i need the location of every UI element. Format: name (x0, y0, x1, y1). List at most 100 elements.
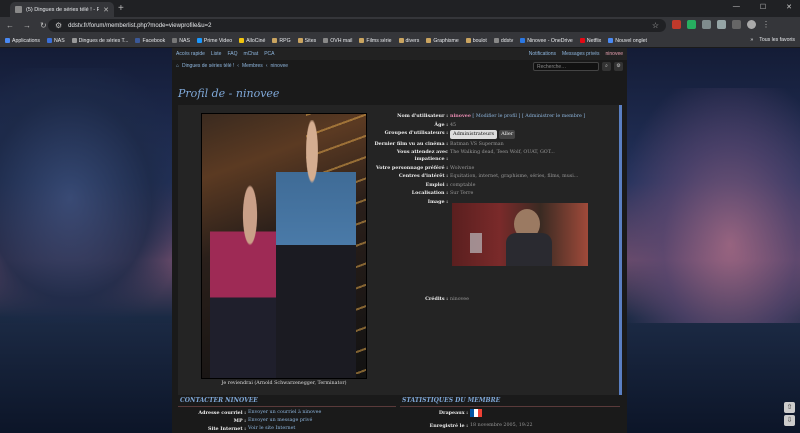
field-username: Nom d'utilisateur : ninovee [ Modifier l… (397, 113, 586, 119)
forward-icon[interactable]: → (23, 21, 31, 30)
field-last-movie: Dernier film vu au cinéma : Batman VS Su… (374, 140, 504, 147)
bookmark-item[interactable]: boulot (465, 38, 487, 44)
stats-flag-row: Drapeaux : (400, 409, 620, 419)
field-age: Âge : 45 (434, 121, 457, 128)
new-tab-icon[interactable]: + (118, 3, 124, 14)
stats-section: Drapeaux : Enregistré le : 18 novembre 2… (400, 409, 620, 430)
chevron-right-icon: » (750, 37, 754, 43)
bookmark-item[interactable]: Applications (5, 38, 40, 44)
breadcrumb-members[interactable]: Membres (242, 63, 263, 69)
quick-access-link[interactable]: Accès rapide (176, 51, 205, 57)
user-menu[interactable]: ninovee (605, 51, 623, 57)
window-controls: — ☐ ✕ (733, 3, 792, 11)
bookmark-star-icon[interactable]: ☆ (652, 21, 659, 30)
sidebar-icon[interactable] (732, 20, 741, 29)
username-value: ninovee (450, 113, 471, 119)
bookmark-item[interactable]: Prime Video (196, 38, 232, 44)
advanced-search-icon[interactable]: ⚙ (614, 61, 623, 71)
contact-website-row: Site Internet : Voir le site Internet (208, 425, 296, 433)
contact-title: CONTACTER NINOVEE (180, 397, 258, 404)
scroll-up-icon[interactable]: ⇧ (784, 402, 795, 413)
bookmark-item[interactable]: divers (398, 38, 419, 44)
all-bookmarks[interactable]: » Tous les favoris (750, 37, 795, 43)
browser-tab-bar: (5) Dingues de séries télé ! - P… ✕ + — … (0, 0, 800, 17)
field-location: Localisation : Sur Terre (411, 190, 474, 196)
field-interests: Centres d'intérêt : Equitation, internet… (398, 173, 579, 179)
bookmark-item[interactable]: OVH mail (323, 38, 352, 44)
mchat-link[interactable]: mChat (243, 51, 258, 57)
send-email-link[interactable]: Envoyer un courriel à ninovee (248, 409, 321, 417)
url-field[interactable]: ⚙ ddstv.fr/forum/memberlist.php?mode=vie… (48, 19, 666, 32)
bookmark-item[interactable]: Ninovee - OneDrive (520, 38, 573, 44)
background-sunset (625, 88, 800, 348)
scroll-down-icon[interactable]: ⇩ (784, 415, 795, 426)
profile-image (452, 203, 588, 266)
extension-icon[interactable] (702, 20, 711, 29)
edit-profile-links[interactable]: [ Modifier le profil ] [ Administrer le … (472, 114, 585, 119)
scroll-buttons: ⇧ ⇩ (784, 402, 795, 426)
minimize-icon[interactable]: — (733, 3, 740, 11)
extension-icon[interactable] (672, 20, 681, 29)
contact-email-row: Adresse courriel : Envoyer un courriel à… (198, 409, 322, 417)
puzzle-icon[interactable] (717, 20, 726, 29)
divider (178, 406, 396, 407)
go-button[interactable]: Aller (499, 130, 516, 139)
notifications-link[interactable]: Notifications (529, 51, 556, 57)
field-groups: Groupes d'utilisateurs : Administrateurs… (384, 130, 516, 139)
bookmark-item[interactable]: Dingues de séries T... (71, 38, 128, 44)
bookmark-item[interactable]: ddstv (493, 38, 513, 44)
search-icon[interactable]: ⌕ (602, 61, 611, 71)
profile-panel: Je reviendrai (Arnold Schwarzenegger, Te… (178, 105, 622, 395)
breadcrumb: ⌂ Dingues de séries télé ! ‹ Membres ‹ n… (172, 60, 627, 72)
bookmark-item[interactable]: NAS (46, 38, 65, 44)
extension-icon[interactable] (687, 20, 696, 29)
breadcrumb-forum[interactable]: Dingues de séries télé ! (182, 63, 234, 69)
home-icon: ⌂ (176, 63, 180, 69)
forum-container: Accès rapide Liste FAQ mChat PCA Notific… (172, 48, 627, 433)
back-icon[interactable]: ← (6, 21, 14, 30)
bookmark-item[interactable]: Facebook (135, 38, 165, 44)
close-window-icon[interactable]: ✕ (786, 3, 792, 11)
private-messages-link[interactable]: Messages privés (562, 51, 600, 57)
contact-section: Adresse courriel : Envoyer un courriel à… (178, 409, 398, 433)
website-link[interactable]: Voir le site Internet (248, 425, 295, 433)
url-text: ddstv.fr/forum/memberlist.php?mode=viewp… (68, 22, 212, 29)
bookmark-item[interactable]: Films série (359, 38, 392, 44)
bookmark-item[interactable]: Netflix (579, 38, 601, 44)
faq-link[interactable]: FAQ (227, 51, 237, 57)
avatar-image (201, 113, 367, 379)
bookmark-item[interactable]: RPG (272, 38, 291, 44)
divider (400, 406, 620, 407)
bookmark-item[interactable]: Sites (297, 38, 316, 44)
bookmark-item[interactable]: NAS (172, 38, 190, 44)
reload-icon[interactable]: ↻ (40, 21, 47, 30)
bookmark-item[interactable]: Graphisme (426, 38, 459, 44)
bookmark-item[interactable]: AlloCiné (239, 38, 265, 44)
stats-registered-row: Enregistré le : 18 novembre 2005, 19:22 (429, 422, 533, 429)
bookmark-item[interactable]: Nouvel onglet (608, 38, 647, 44)
page-title: Profil de - ninovee (178, 87, 280, 100)
field-credits: Crédits : ninovee (425, 295, 469, 302)
field-favorite-character: Votre personnage préféré : Wolverine (375, 164, 475, 171)
forum-top-nav: Accès rapide Liste FAQ mChat PCA Notific… (172, 48, 627, 60)
search-input[interactable]: Recherche… (533, 61, 599, 71)
field-job: Emploi : comptable (425, 181, 476, 188)
pca-link[interactable]: PCA (264, 51, 274, 57)
tab-title: (5) Dingues de séries télé ! - P… (26, 6, 100, 13)
breadcrumb-user[interactable]: ninovee (270, 63, 288, 69)
send-pm-link[interactable]: Envoyer un message privé (248, 417, 312, 425)
contact-pm-row: MP : Envoyer un message privé (233, 417, 313, 425)
list-link[interactable]: Liste (211, 51, 222, 57)
browser-tab[interactable]: (5) Dingues de séries télé ! - P… ✕ (10, 2, 114, 17)
address-bar-row: ← → ↻ ⚙ ddstv.fr/forum/memberlist.php?mo… (0, 17, 800, 34)
bottom-sections: CONTACTER NINOVEE STATISTIQUES DU MEMBRE… (178, 397, 622, 433)
close-tab-icon[interactable]: ✕ (103, 6, 109, 14)
france-flag-icon (470, 409, 482, 417)
background-clouds (0, 68, 175, 328)
groups-select[interactable]: Administrateurs (450, 130, 498, 139)
site-info-icon[interactable]: ⚙ (55, 21, 62, 30)
maximize-icon[interactable]: ☐ (760, 3, 766, 11)
menu-icon[interactable]: ⋮ (762, 20, 770, 29)
avatar[interactable] (747, 20, 756, 29)
page-viewport: Accès rapide Liste FAQ mChat PCA Notific… (0, 48, 800, 433)
